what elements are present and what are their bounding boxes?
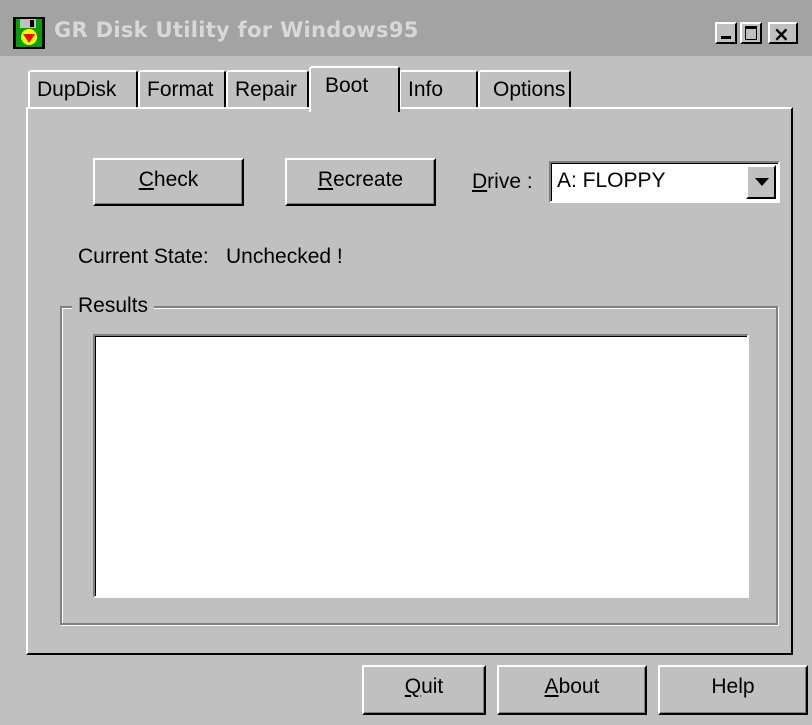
tab-boot[interactable]: Boot bbox=[309, 66, 400, 112]
drive-select-value: A: FLOPPY bbox=[557, 169, 666, 192]
current-state-value: Unchecked ! bbox=[226, 245, 343, 268]
minimize-icon bbox=[721, 36, 731, 39]
tab-options[interactable]: Options bbox=[478, 70, 571, 108]
close-button[interactable]: × bbox=[768, 22, 798, 46]
current-state-label: Current State: bbox=[78, 245, 209, 268]
dropdown-button[interactable] bbox=[746, 165, 776, 199]
window-title: GR Disk Utility for Windows95 bbox=[54, 18, 419, 42]
tab-format[interactable]: Format bbox=[138, 70, 226, 108]
minimize-button[interactable] bbox=[715, 22, 737, 44]
maximize-button[interactable] bbox=[740, 22, 762, 44]
close-icon: × bbox=[773, 22, 790, 46]
tab-dupdisk[interactable]: DupDisk bbox=[28, 70, 138, 108]
quit-button[interactable]: Quit bbox=[362, 665, 486, 715]
about-button[interactable]: About bbox=[497, 665, 647, 715]
floppy-disk-icon bbox=[13, 17, 45, 49]
tab-repair[interactable]: Repair bbox=[226, 70, 309, 108]
maximize-icon bbox=[745, 26, 757, 40]
tab-info[interactable]: Info bbox=[399, 70, 478, 108]
help-button[interactable]: Help bbox=[658, 665, 808, 715]
recreate-button[interactable]: Recreate bbox=[285, 158, 436, 206]
check-button[interactable]: Check bbox=[93, 158, 244, 206]
results-textbox[interactable] bbox=[93, 334, 749, 598]
drive-label: Drive : bbox=[472, 170, 533, 193]
chevron-down-icon bbox=[755, 178, 769, 186]
title-bar[interactable]: GR Disk Utility for Windows95 × bbox=[0, 0, 812, 56]
results-group-title: Results bbox=[72, 294, 155, 318]
drive-select[interactable]: A: FLOPPY bbox=[549, 161, 780, 203]
